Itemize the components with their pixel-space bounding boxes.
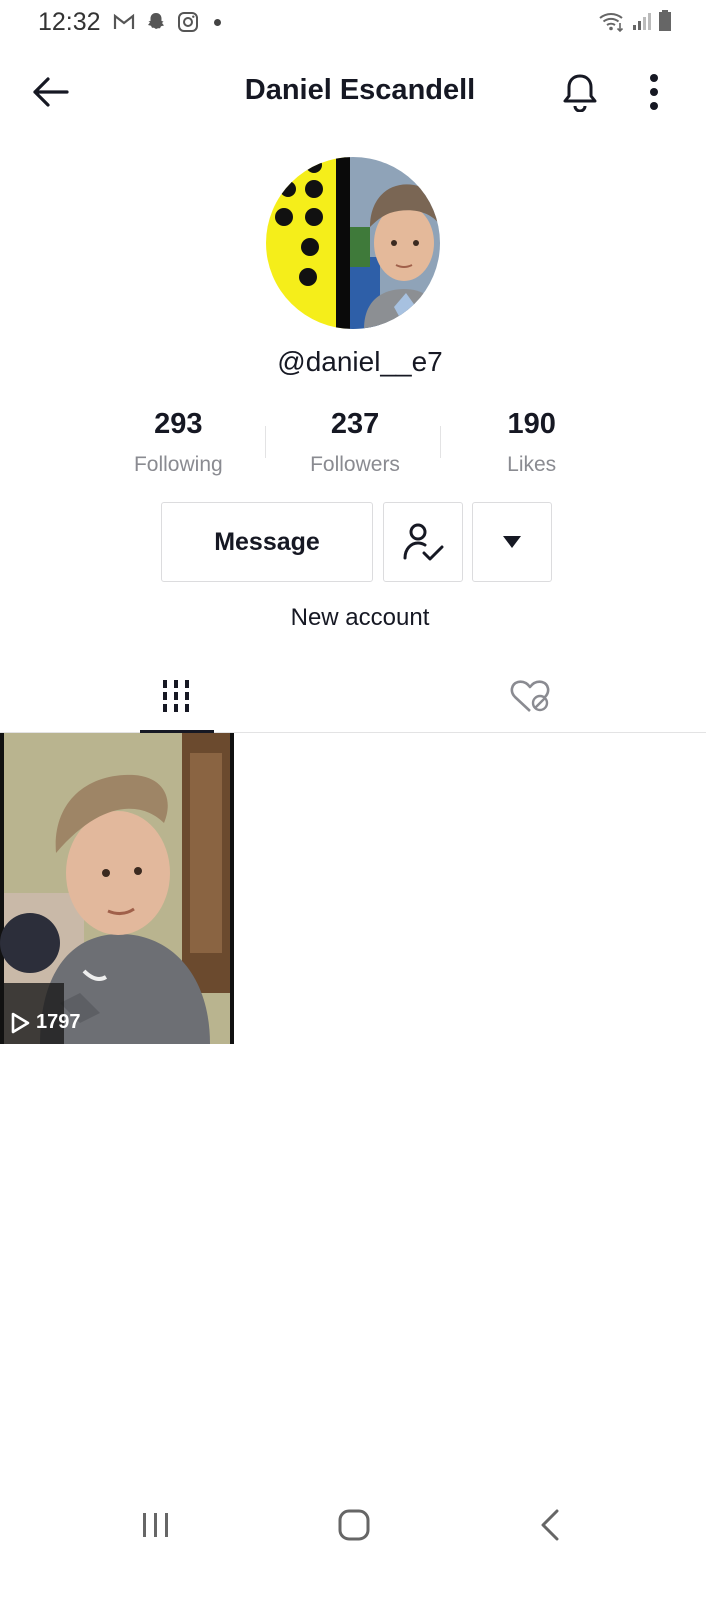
stat-divider <box>440 426 441 458</box>
suggested-accounts-button[interactable] <box>472 502 552 582</box>
stat-following[interactable]: 293 Following <box>90 402 267 482</box>
recent-apps-button[interactable] <box>126 1500 186 1550</box>
status-bar: 12:32 <box>0 0 720 44</box>
bell-icon <box>563 74 597 112</box>
stat-likes: 190 Likes <box>443 402 620 482</box>
wifi-icon <box>598 10 626 37</box>
more-options-button[interactable] <box>630 68 678 116</box>
home-button[interactable] <box>324 1500 384 1550</box>
video-thumbnail[interactable]: 1797 <box>0 733 234 1044</box>
stat-value: 190 <box>507 408 556 440</box>
profile-header: Daniel Escandell <box>0 60 720 124</box>
following-status-button[interactable] <box>383 502 463 582</box>
notification-dot-icon <box>214 18 221 26</box>
instagram-icon <box>176 10 200 34</box>
stat-value: 237 <box>330 408 380 440</box>
video-thumbnail-image <box>0 733 234 1044</box>
snapchat-icon <box>144 10 168 34</box>
tab-videos[interactable] <box>116 660 236 732</box>
play-icon <box>11 1012 30 1033</box>
grid-icon <box>163 680 189 712</box>
profile-username: @daniel__e7 <box>277 346 443 377</box>
stat-value: 293 <box>154 408 203 440</box>
status-time: 12:32 <box>38 8 101 36</box>
caret-down-icon <box>503 536 521 548</box>
home-icon <box>338 1509 370 1541</box>
battery-icon <box>658 10 672 37</box>
profile-bio: New account <box>290 604 430 631</box>
stat-followers[interactable]: 237 Followers <box>267 402 444 482</box>
gmail-icon <box>112 10 136 34</box>
view-count-label: 1797 <box>36 1011 81 1033</box>
chevron-left-icon <box>541 1509 559 1541</box>
stat-label: Following <box>133 453 223 476</box>
system-nav-bar <box>0 1490 720 1560</box>
stat-label: Likes <box>507 453 557 476</box>
recent-apps-icon <box>143 1513 168 1537</box>
notification-bell-button[interactable] <box>556 68 604 116</box>
status-notification-icons <box>112 10 221 34</box>
tab-liked-videos[interactable] <box>470 660 590 732</box>
profile-tabs <box>0 660 706 733</box>
avatar[interactable] <box>266 157 440 329</box>
signal-icon <box>632 11 652 36</box>
user-check-icon <box>403 523 444 561</box>
more-vertical-icon <box>650 74 658 110</box>
stat-label: Followers <box>310 453 400 476</box>
heart-hidden-icon <box>510 680 550 712</box>
message-button[interactable]: Message <box>161 502 373 582</box>
system-back-button[interactable] <box>520 1500 580 1550</box>
status-system-icons <box>598 10 672 37</box>
profile-stats: 293 Following 237 Followers 190 Likes <box>90 402 620 482</box>
video-view-count: 1797 <box>10 1011 81 1034</box>
page-title: Daniel Escandell <box>244 74 476 106</box>
